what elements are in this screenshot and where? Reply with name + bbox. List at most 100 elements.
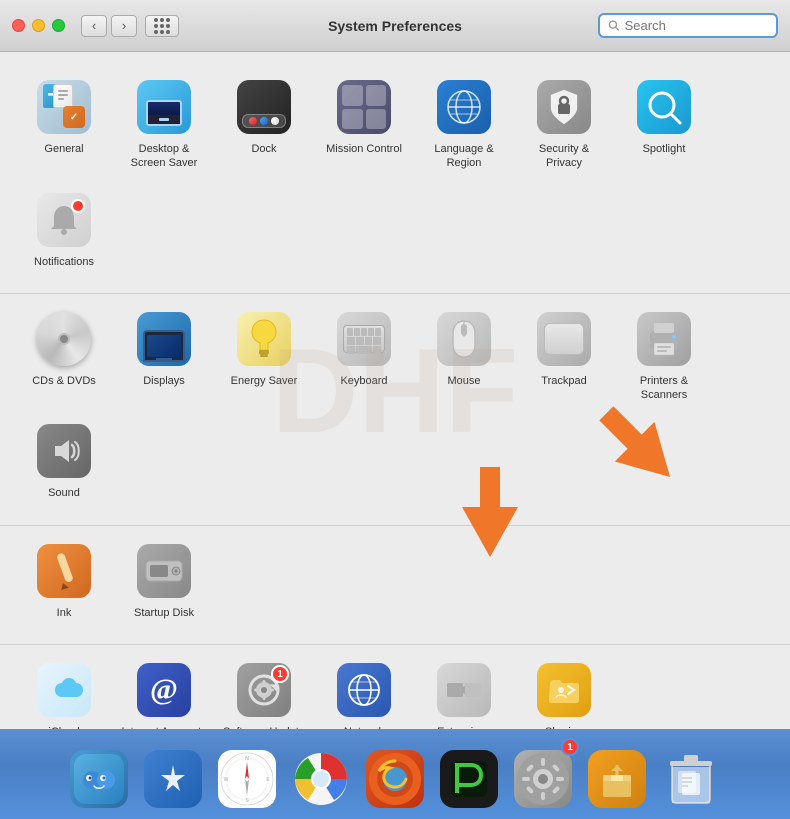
energy-icon (235, 310, 293, 368)
pref-item-extensions[interactable]: Extensions (416, 653, 512, 729)
startup-icon (135, 542, 193, 600)
main-content: ✓ General (0, 52, 790, 729)
printers-label: Printers & Scanners (620, 374, 708, 403)
pref-item-software-update[interactable]: 1 Software Update (216, 653, 312, 729)
svg-text:W: W (224, 777, 229, 783)
dock-item-gdebi[interactable] (583, 740, 651, 808)
dock-item-chrome[interactable] (287, 740, 355, 808)
pref-item-displays[interactable]: Displays (116, 302, 212, 411)
desktop-icon (135, 78, 193, 136)
grid-view-button[interactable] (145, 15, 179, 37)
close-button[interactable] (12, 19, 25, 32)
mouse-icon (435, 310, 493, 368)
network-icon (335, 661, 393, 719)
dock-item-syspref[interactable]: 1 (509, 740, 577, 808)
section-ink: Ink Startup Disk (0, 526, 790, 645)
spotlight-icon (635, 78, 693, 136)
icon-grid-ink: Ink Startup Disk (16, 534, 774, 628)
notifications-label: Notifications (34, 255, 94, 269)
minimize-button[interactable] (32, 19, 45, 32)
security-icon (535, 78, 593, 136)
section-personal: ✓ General (0, 62, 790, 294)
pref-item-spotlight[interactable]: Spotlight (616, 70, 712, 179)
cds-icon (35, 310, 93, 368)
pref-item-language[interactable]: Language & Region (416, 70, 512, 179)
language-label: Language & Region (420, 142, 508, 171)
mission-label: Mission Control (326, 142, 402, 156)
pref-item-security[interactable]: Security & Privacy (516, 70, 612, 179)
icon-grid-hardware: CDs & DVDs Displays (16, 302, 774, 509)
general-label: General (44, 142, 83, 156)
keyboard-label: Keyboard (340, 374, 387, 388)
dock-icon (235, 78, 293, 136)
search-icon (608, 19, 620, 32)
dock-item-firefox[interactable] (361, 740, 429, 808)
pref-item-icloud[interactable]: iCloud (16, 653, 112, 729)
printers-icon (635, 310, 693, 368)
dock-item-launchpad[interactable] (139, 740, 207, 808)
pref-item-desktop[interactable]: Desktop & Screen Saver (116, 70, 212, 179)
dock-item-safari[interactable]: N E S W (213, 740, 281, 808)
pref-item-sound[interactable]: Sound (16, 414, 112, 508)
pref-item-mouse[interactable]: Mouse (416, 302, 512, 411)
desktop-label: Desktop & Screen Saver (120, 142, 208, 171)
security-label: Security & Privacy (520, 142, 608, 171)
section-internet: iCloud @ Internet Accounts (0, 645, 790, 729)
titlebar: ‹ › System Preferences (0, 0, 790, 52)
dock-item-finder[interactable] (65, 740, 133, 808)
general-icon: ✓ (35, 78, 93, 136)
cds-label: CDs & DVDs (32, 374, 96, 388)
search-input[interactable] (625, 18, 768, 33)
sharing-icon (535, 661, 593, 719)
pref-item-general[interactable]: ✓ General (16, 70, 112, 179)
pref-item-cds[interactable]: CDs & DVDs (16, 302, 112, 411)
sound-icon (35, 422, 93, 480)
syspref-badge: 1 (561, 738, 579, 756)
sound-label: Sound (48, 486, 80, 500)
pref-item-network[interactable]: Network (316, 653, 412, 729)
energy-label: Energy Saver (231, 374, 298, 388)
extensions-icon (435, 661, 493, 719)
ink-icon (35, 542, 93, 600)
pref-item-energy[interactable]: Energy Saver (216, 302, 312, 411)
dock-item-pixelmator[interactable] (435, 740, 503, 808)
window-title: System Preferences (328, 18, 462, 34)
pref-item-trackpad[interactable]: Trackpad (516, 302, 612, 411)
pref-item-notifications[interactable]: Notifications (16, 183, 112, 277)
pref-item-keyboard[interactable]: Keyboard (316, 302, 412, 411)
pref-item-dock[interactable]: Dock (216, 70, 312, 179)
mission-icon (335, 78, 393, 136)
dock-label: Dock (251, 142, 276, 156)
displays-icon (135, 310, 193, 368)
pref-item-internet-accounts[interactable]: @ Internet Accounts (116, 653, 212, 729)
language-icon (435, 78, 493, 136)
software-update-icon: 1 (235, 661, 293, 719)
ink-label: Ink (57, 606, 72, 620)
nav-buttons: ‹ › (81, 15, 179, 37)
pref-item-startup[interactable]: Startup Disk (116, 534, 212, 628)
trackpad-icon (535, 310, 593, 368)
back-button[interactable]: ‹ (81, 15, 107, 37)
dock: N E S W (0, 729, 790, 819)
traffic-lights (12, 19, 65, 32)
trackpad-label: Trackpad (541, 374, 586, 388)
dock-item-trash[interactable] (657, 740, 725, 808)
icon-grid-internet: iCloud @ Internet Accounts (16, 653, 774, 729)
forward-button[interactable]: › (111, 15, 137, 37)
spotlight-label: Spotlight (643, 142, 686, 156)
keyboard-icon (335, 310, 393, 368)
pref-item-sharing[interactable]: Sharing (516, 653, 612, 729)
internet-accounts-icon: @ (135, 661, 193, 719)
maximize-button[interactable] (52, 19, 65, 32)
pref-item-ink[interactable]: Ink (16, 534, 112, 628)
notifications-icon (35, 191, 93, 249)
svg-text:N: N (245, 756, 249, 762)
search-bar[interactable] (598, 13, 778, 38)
section-hardware: CDs & DVDs Displays (0, 294, 790, 526)
icon-grid-personal: ✓ General (16, 70, 774, 277)
pref-item-printers[interactable]: Printers & Scanners (616, 302, 712, 411)
pref-item-mission[interactable]: Mission Control (316, 70, 412, 179)
mouse-label: Mouse (447, 374, 480, 388)
icloud-icon (35, 661, 93, 719)
displays-label: Displays (143, 374, 185, 388)
